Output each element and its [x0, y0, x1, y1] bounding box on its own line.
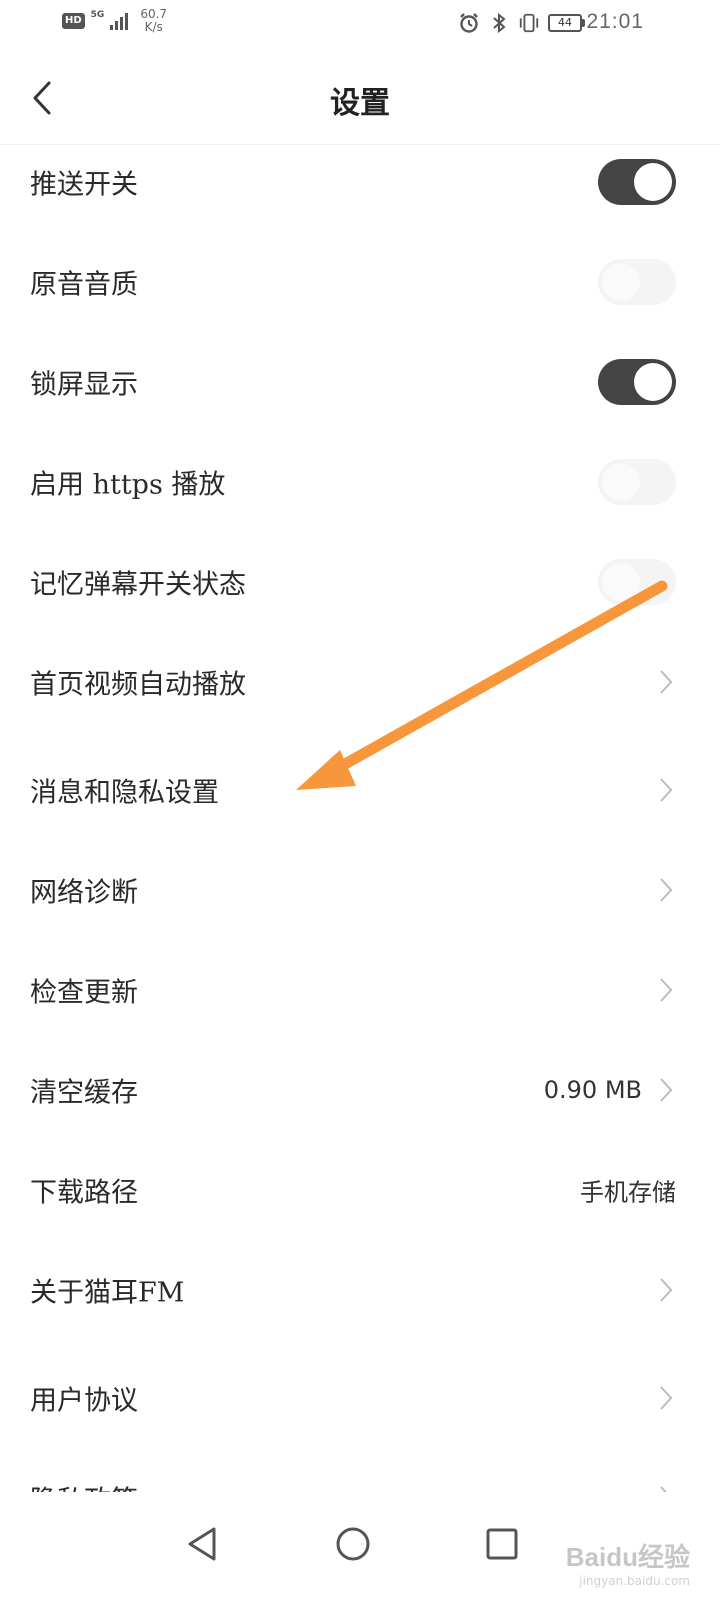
setting-check-update[interactable]: 检查更新	[0, 940, 720, 1040]
lock-screen-toggle[interactable]	[598, 359, 676, 405]
setting-label: 用户协议	[30, 1385, 138, 1417]
https-play-toggle[interactable]	[598, 459, 676, 505]
setting-message-privacy[interactable]: 消息和隐私设置	[0, 740, 720, 840]
setting-label: 消息和隐私设置	[30, 777, 219, 809]
clock: 21:01	[586, 10, 644, 33]
setting-label: 启用 https 播放	[30, 469, 226, 501]
chevron-right-icon	[656, 1483, 676, 1492]
push-switch-toggle[interactable]	[598, 159, 676, 205]
setting-label: 关于猫耳FM	[30, 1277, 185, 1309]
circle-home-icon	[336, 1527, 370, 1561]
setting-original-audio: 原音音质	[0, 232, 720, 332]
chevron-right-icon	[656, 1275, 676, 1305]
original-audio-toggle[interactable]	[598, 259, 676, 305]
cache-size: 0.90 MB	[543, 1076, 642, 1104]
chevron-right-icon	[656, 1075, 676, 1105]
battery-icon: 44	[548, 14, 585, 32]
setting-label: 检查更新	[30, 977, 138, 1009]
watermark: Baidu经验 jingyan.baidu.com	[566, 1537, 690, 1588]
chevron-right-icon	[656, 975, 676, 1005]
setting-label: 清空缓存	[30, 1077, 138, 1109]
setting-https-play: 启用 https 播放	[0, 432, 720, 532]
setting-label: 锁屏显示	[30, 369, 138, 401]
battery-level: 44	[548, 14, 582, 32]
danmaku-memory-toggle[interactable]	[598, 559, 676, 605]
watermark-logo: Baidu经验	[565, 1542, 690, 1572]
setting-download-path[interactable]: 下载路径 手机存储	[0, 1140, 720, 1240]
setting-network-diagnose[interactable]: 网络诊断	[0, 840, 720, 940]
nav-home-button[interactable]	[323, 1514, 383, 1574]
system-nav-bar: Baidu经验 jingyan.baidu.com	[0, 1492, 720, 1600]
settings-list: 推送开关 原音音质 锁屏显示 启用 https 播放 记忆弹幕开关状态 首页视频…	[0, 132, 720, 1492]
hd-badge: HD	[62, 13, 85, 29]
chevron-right-icon	[656, 775, 676, 805]
setting-label: 首页视频自动播放	[30, 669, 246, 701]
app-header: 设置	[0, 50, 720, 145]
setting-clear-cache[interactable]: 清空缓存 0.90 MB	[0, 1040, 720, 1140]
nav-recents-button[interactable]	[472, 1514, 532, 1574]
status-left: HD 5G 60.7 K/s	[62, 8, 167, 34]
network-type: 5G	[90, 10, 105, 20]
square-recents-icon	[486, 1528, 518, 1560]
setting-danmaku-memory: 记忆弹幕开关状态	[0, 532, 720, 632]
chevron-right-icon	[656, 667, 676, 697]
chevron-right-icon	[656, 875, 676, 905]
setting-label: 推送开关	[30, 169, 138, 201]
setting-about[interactable]: 关于猫耳FM	[0, 1240, 720, 1340]
setting-push-switch: 推送开关	[0, 132, 720, 232]
alarm-icon	[458, 12, 480, 34]
status-bar: HD 5G 60.7 K/s 44 21:01	[0, 0, 720, 50]
setting-autoplay[interactable]: 首页视频自动播放	[0, 632, 720, 732]
setting-label: 原音音质	[30, 269, 138, 301]
setting-privacy-policy[interactable]: 隐私政策	[0, 1448, 720, 1492]
vibrate-icon	[518, 12, 540, 34]
setting-label: 网络诊断	[30, 877, 138, 909]
setting-label: 记忆弹幕开关状态	[30, 569, 246, 601]
setting-label: 隐私政策	[30, 1479, 138, 1493]
network-speed: 60.7 K/s	[140, 8, 167, 34]
signal-icon	[110, 12, 129, 30]
speed-unit: K/s	[144, 20, 163, 34]
triangle-back-icon	[188, 1527, 216, 1561]
chevron-right-icon	[656, 1383, 676, 1413]
status-right: 44	[458, 12, 585, 34]
setting-label: 下载路径	[30, 1177, 138, 1209]
bluetooth-icon	[488, 12, 510, 34]
page-title: 设置	[330, 86, 390, 121]
setting-lock-screen: 锁屏显示	[0, 332, 720, 432]
download-path-value: 手机存储	[580, 1178, 676, 1207]
watermark-url: jingyan.baidu.com	[579, 1574, 690, 1588]
nav-back-button[interactable]	[172, 1514, 232, 1574]
setting-user-agreement[interactable]: 用户协议	[0, 1348, 720, 1448]
